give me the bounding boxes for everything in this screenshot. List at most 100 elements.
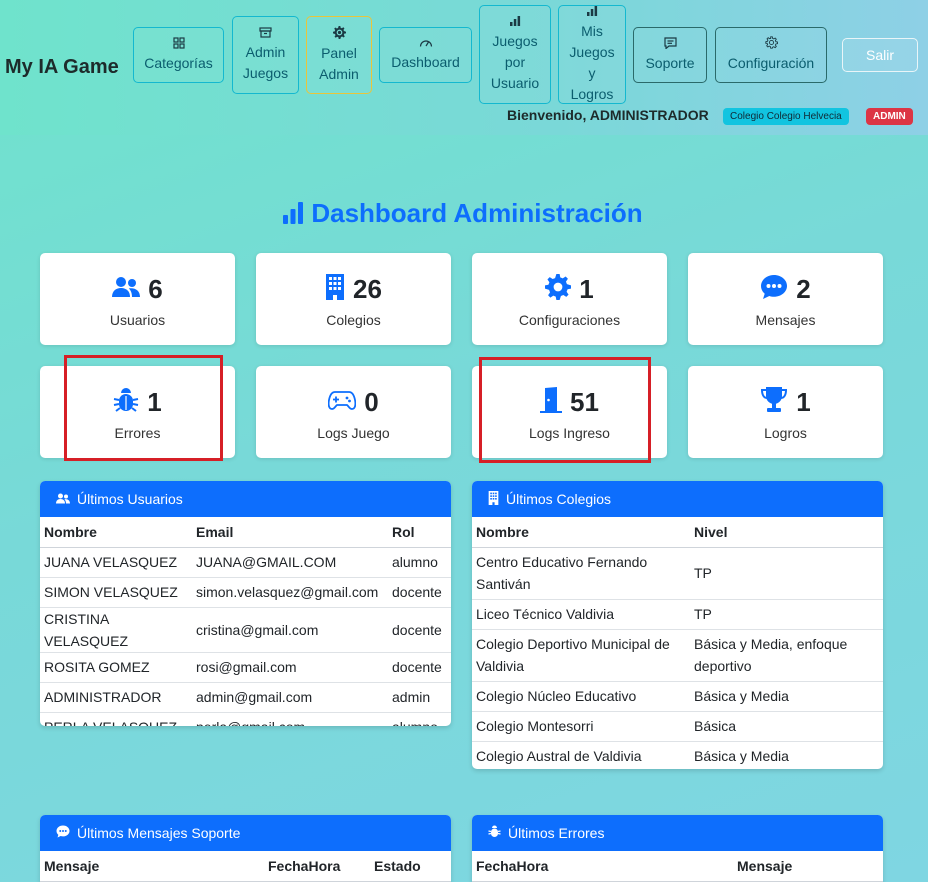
cell: cristina@gmail.com xyxy=(192,607,388,653)
cell: perla@gmail.com xyxy=(192,712,388,726)
table-row: JUANA VELASQUEZ JUANA@GMAIL.COM alumno xyxy=(40,547,451,578)
cell: Colegio Núcleo Educativo xyxy=(472,681,690,712)
stat-value: 1 xyxy=(147,386,162,417)
cell: TP xyxy=(690,547,883,600)
table-row: Colegio Deportivo Municipal de Valdivia B… xyxy=(472,629,883,682)
stat-card-mensajes[interactable]: 2 Mensajes xyxy=(688,253,883,345)
nav-categorias-button[interactable]: Categorías xyxy=(133,27,224,83)
stat-card-colegios[interactable]: 26 Colegios xyxy=(256,253,451,345)
gamepad-icon xyxy=(327,389,357,416)
latest-support-messages-panel: Últimos Mensajes Soporte Mensaje FechaHo… xyxy=(40,815,451,882)
stat-label: Logros xyxy=(764,425,807,441)
stat-value: 51 xyxy=(570,386,599,417)
cell: docente xyxy=(388,652,451,683)
cell: Centro Educativo Fernando Santiván xyxy=(472,547,690,600)
stat-card-logros[interactable]: 1 Logros xyxy=(688,366,883,458)
stat-value: 2 xyxy=(796,273,811,304)
stat-value: 1 xyxy=(579,273,594,304)
top-navbar: My IA Game Categorías Admin Juegos Panel… xyxy=(0,0,928,135)
gear-icon xyxy=(545,273,572,305)
column-header: Nombre xyxy=(472,517,690,548)
stat-value: 26 xyxy=(353,273,382,304)
stat-value: 6 xyxy=(148,273,163,304)
nav-mis-juegos-button[interactable]: Mis Juegos y Logros xyxy=(558,5,626,104)
nav-configuracion-label: Configuración xyxy=(727,55,815,71)
nav-juegos-usuario-label: Juegos por Usuario xyxy=(490,33,540,91)
column-header: Nivel xyxy=(690,517,883,548)
cell: docente xyxy=(388,607,451,653)
stat-card-errores[interactable]: 1 Errores xyxy=(40,366,235,458)
bar-chart-icon xyxy=(281,198,311,228)
panel-title: Últimos Usuarios xyxy=(77,491,183,507)
table-row: ADMINISTRADOR admin@gmail.com admin xyxy=(40,682,451,713)
brand-title[interactable]: My IA Game xyxy=(5,56,119,79)
cell: Colegio Montesorri xyxy=(472,711,690,742)
trophy-icon xyxy=(760,386,788,418)
stat-value: 0 xyxy=(364,386,379,417)
nav-mis-juegos-label: Mis Juegos y Logros xyxy=(569,22,615,102)
nav-admin-juegos-button[interactable]: Admin Juegos xyxy=(232,16,299,94)
table-row: Colegio Montesorri Básica xyxy=(472,711,883,742)
nav-admin-juegos-label: Admin Juegos xyxy=(242,44,289,81)
cell: Básica y Media, enfoque deportivo xyxy=(690,629,883,682)
building-icon xyxy=(488,490,499,508)
chat-icon xyxy=(760,274,788,305)
page-title: Dashboard Administración xyxy=(0,198,924,229)
school-badge: Colegio Colegio Helvecia xyxy=(723,108,849,125)
panel-title: Últimos Colegios xyxy=(506,491,612,507)
stat-label: Usuarios xyxy=(109,312,166,328)
logout-label: Salir xyxy=(865,46,894,63)
cell: Básica y Media xyxy=(690,741,883,769)
nav-soporte-button[interactable]: Soporte xyxy=(633,27,707,83)
errors-table: FechaHora Mensaje xyxy=(472,851,883,882)
nav-dashboard-button[interactable]: Dashboard xyxy=(379,27,472,83)
cell: CRISTINA VELASQUEZ xyxy=(40,607,192,653)
page-title-text: Dashboard Administración xyxy=(311,198,643,228)
stat-label: Errores xyxy=(114,425,161,441)
table-row: SIMON VELASQUEZ simon.velasquez@gmail.com… xyxy=(40,577,451,608)
stat-card-configuraciones[interactable]: 1 Configuraciones xyxy=(472,253,667,345)
bar-chart-icon xyxy=(509,15,521,30)
stat-card-logs-ingreso[interactable]: 51 Logs Ingreso xyxy=(472,366,667,458)
column-header: Nombre xyxy=(40,517,192,548)
stat-card-logs-juego[interactable]: 0 Logs Juego xyxy=(256,366,451,458)
stat-label: Logs Juego xyxy=(317,425,390,441)
table-row: Centro Educativo Fernando Santiván TP xyxy=(472,547,883,600)
cell: docente xyxy=(388,577,451,608)
gear-icon xyxy=(332,25,346,42)
latest-schools-panel: Últimos Colegios Nombre Nivel Centro Edu… xyxy=(472,481,883,769)
cell: ROSITA GOMEZ xyxy=(40,652,192,683)
gear-icon xyxy=(764,36,778,52)
cell: ADMINISTRADOR xyxy=(40,682,192,713)
building-icon xyxy=(325,273,345,305)
nav-panel-admin-button[interactable]: Panel Admin xyxy=(306,16,372,94)
cell: JUANA VELASQUEZ xyxy=(40,547,192,578)
column-header: FechaHora xyxy=(472,851,733,882)
cell: Básica y Media xyxy=(690,681,883,712)
users-icon xyxy=(56,491,70,507)
role-badge: ADMIN xyxy=(866,108,913,125)
cell: SIMON VELASQUEZ xyxy=(40,577,192,608)
cell: rosi@gmail.com xyxy=(192,652,388,683)
stat-label: Mensajes xyxy=(755,312,816,328)
cell: alumno xyxy=(388,547,451,578)
logout-button[interactable]: Salir xyxy=(842,38,918,72)
panel-header: Últimos Mensajes Soporte xyxy=(40,815,451,851)
table-row: Colegio Austral de Valdivia Básica y Medi… xyxy=(472,741,883,769)
cell: admin xyxy=(388,682,451,713)
archive-icon xyxy=(259,26,272,41)
nav-configuracion-button[interactable]: Configuración xyxy=(715,27,827,83)
message-icon xyxy=(663,36,677,52)
nav-juegos-usuario-button[interactable]: Juegos por Usuario xyxy=(479,5,551,104)
panel-header: Últimos Colegios xyxy=(472,481,883,517)
table-row: PERLA VELASQUEZperla@gmail.comalumno xyxy=(40,712,451,726)
stat-label: Configuraciones xyxy=(518,312,621,328)
column-header: Mensaje xyxy=(733,851,883,882)
panel-title: Últimos Errores xyxy=(508,825,605,841)
cell: simon.velasquez@gmail.com xyxy=(192,577,388,608)
bug-icon xyxy=(488,825,501,841)
nav-soporte-label: Soporte xyxy=(645,54,695,71)
nav-dashboard-label: Dashboard xyxy=(391,54,460,70)
column-header: Mensaje xyxy=(40,851,264,882)
stat-card-usuarios[interactable]: 6 Usuarios xyxy=(40,253,235,345)
